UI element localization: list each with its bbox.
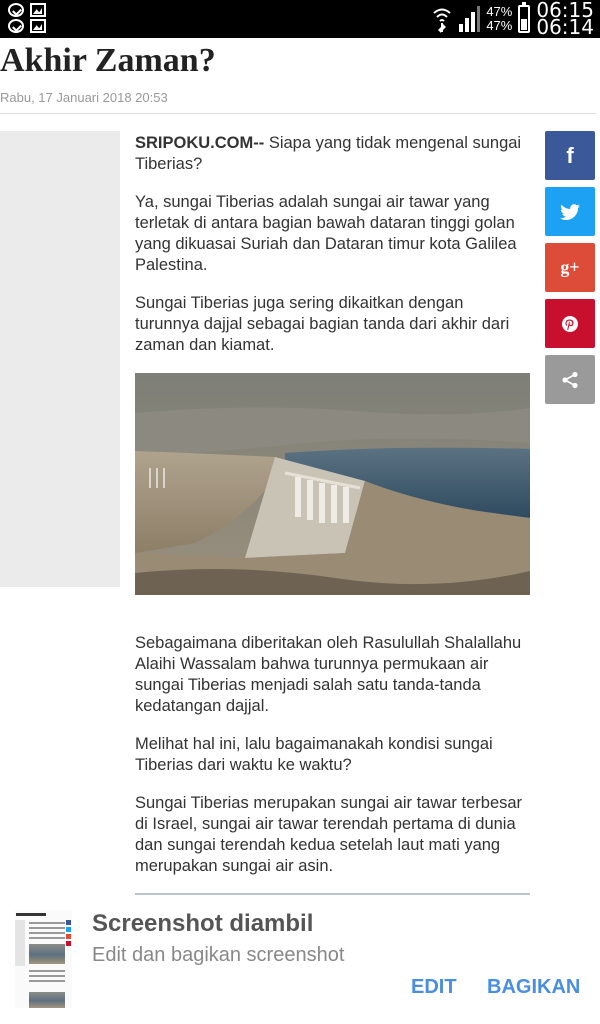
article-intro: SRIPOKU.COM-- Siapa yang tidak mengenal … (135, 134, 522, 173)
notification-subtitle: Edit dan bagikan screenshot (92, 944, 345, 966)
article-paragraph: Sebagaimana diberitakan oleh Rasulullah … (135, 634, 522, 715)
next-image-edge (135, 893, 530, 895)
article-paragraph: Sungai Tiberias juga sering dikaitkan de… (135, 294, 510, 354)
article-date: Rabu, 17 Januari 2018 20:53 (0, 90, 168, 105)
googleplus-icon: g+ (560, 257, 580, 277)
facebook-icon: f (566, 142, 574, 168)
article-paragraph: Sungai Tiberias merupakan sungai air taw… (135, 794, 523, 875)
pinterest-icon (562, 315, 578, 332)
status-bar: 47% 47% 06:15 06:14 (0, 0, 600, 38)
signal-icon (459, 6, 481, 32)
share-button[interactable]: BAGIKAN (487, 976, 580, 999)
facebook-share-button[interactable]: f (545, 131, 595, 180)
wifi-icon (433, 8, 451, 33)
screenshot-thumbnail[interactable] (15, 910, 72, 1008)
screenshot-icon (30, 19, 46, 33)
battery-icon (518, 2, 531, 33)
edit-button[interactable]: EDIT (411, 976, 457, 999)
googleplus-share-button[interactable]: g+ (545, 243, 595, 292)
article-body: SRIPOKU.COM-- Siapa yang tidak mengenal … (135, 133, 530, 373)
article-paragraph: Melihat hal ini, lalu bagaimanakah kondi… (135, 735, 493, 774)
whatsapp-icon (8, 19, 24, 33)
twitter-share-button[interactable] (545, 187, 595, 236)
ad-placeholder (0, 131, 120, 587)
battery-percent: 47% 47% (486, 4, 513, 33)
whatsapp-icon (8, 3, 24, 17)
header-divider (0, 113, 596, 114)
screenshot-notification[interactable]: Screenshot diambil Edit dan bagikan scre… (0, 898, 600, 1024)
article-photo[interactable] (135, 373, 530, 595)
article-body-continued: Sebagaimana diberitakan oleh Rasulullah … (135, 633, 530, 894)
notification-icons (8, 3, 46, 33)
article-paragraph: Ya, sungai Tiberias adalah sungai air ta… (135, 193, 517, 274)
screenshot-icon (30, 3, 46, 17)
share-more-button[interactable] (545, 355, 595, 404)
notification-title: Screenshot diambil (92, 910, 314, 937)
source-brand: SRIPOKU.COM-- (135, 134, 265, 152)
share-icon (562, 371, 578, 388)
article-title: Akhir Zaman? (0, 42, 216, 79)
clock: 06:15 06:14 (536, 0, 594, 39)
pinterest-share-button[interactable] (545, 299, 595, 348)
twitter-icon (560, 203, 580, 220)
